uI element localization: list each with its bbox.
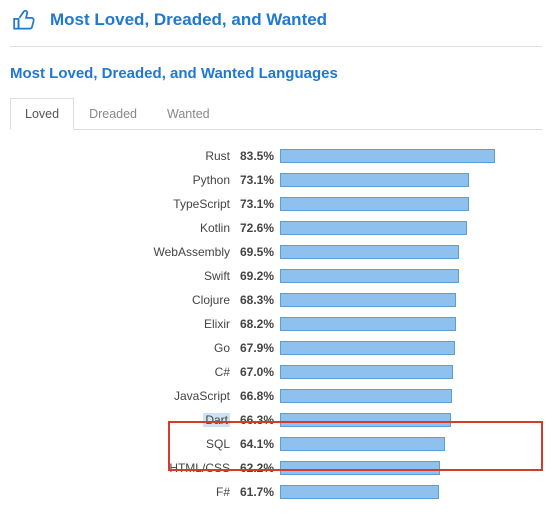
bar-category-label: HTML/CSS <box>10 461 240 475</box>
page-title: Most Loved, Dreaded, and Wanted <box>50 10 327 30</box>
bar-value-label: 73.1% <box>240 197 280 211</box>
bar-value-label: 69.2% <box>240 269 280 283</box>
bar-fill <box>280 293 456 307</box>
bar-fill <box>280 389 452 403</box>
bar-fill <box>280 197 469 211</box>
tab-wanted[interactable]: Wanted <box>152 98 225 130</box>
bar-track <box>280 485 538 499</box>
bar-track <box>280 149 538 163</box>
tab-dreaded[interactable]: Dreaded <box>74 98 152 130</box>
bar-category-label: SQL <box>10 437 240 451</box>
bar-row: F#61.7% <box>10 482 542 502</box>
bar-fill <box>280 413 451 427</box>
bar-fill <box>280 461 440 475</box>
bar-row: Clojure68.3% <box>10 290 542 310</box>
bar-category-label: C# <box>10 365 240 379</box>
bar-value-label: 67.0% <box>240 365 280 379</box>
bar-value-label: 73.1% <box>240 173 280 187</box>
bar-row: Dart66.3% <box>10 410 542 430</box>
bar-value-label: 64.1% <box>240 437 280 451</box>
bar-fill <box>280 269 459 283</box>
bar-row: JavaScript66.8% <box>10 386 542 406</box>
thumbs-up-icon <box>10 6 40 34</box>
bar-value-label: 66.3% <box>240 413 280 427</box>
bar-value-label: 72.6% <box>240 221 280 235</box>
bar-category-label: Go <box>10 341 240 355</box>
bar-row: WebAssembly69.5% <box>10 242 542 262</box>
bar-row: C#67.0% <box>10 362 542 382</box>
bar-fill <box>280 365 453 379</box>
bar-fill <box>280 437 445 451</box>
bar-track <box>280 317 538 331</box>
bar-track <box>280 461 538 475</box>
bar-value-label: 68.3% <box>240 293 280 307</box>
page-header: Most Loved, Dreaded, and Wanted <box>10 6 542 47</box>
bar-row: TypeScript73.1% <box>10 194 542 214</box>
tab-bar: Loved Dreaded Wanted <box>10 98 542 130</box>
bar-track <box>280 269 538 283</box>
tab-loved[interactable]: Loved <box>10 98 74 130</box>
bar-track <box>280 245 538 259</box>
bar-value-label: 83.5% <box>240 149 280 163</box>
bar-row: SQL64.1% <box>10 434 542 454</box>
bar-category-label: JavaScript <box>10 389 240 403</box>
bar-row: Go67.9% <box>10 338 542 358</box>
bar-category-label: Clojure <box>10 293 240 307</box>
bar-category-label: Elixir <box>10 317 240 331</box>
bar-fill <box>280 341 455 355</box>
bar-category-label: Kotlin <box>10 221 240 235</box>
bar-fill <box>280 485 439 499</box>
section-title: Most Loved, Dreaded, and Wanted Language… <box>10 65 542 82</box>
bar-row: Elixir68.2% <box>10 314 542 334</box>
bar-track <box>280 197 538 211</box>
bar-category-label: F# <box>10 485 240 499</box>
bar-track <box>280 293 538 307</box>
bar-category-label: Rust <box>10 149 240 163</box>
bar-track <box>280 413 538 427</box>
bar-value-label: 62.2% <box>240 461 280 475</box>
bar-track <box>280 437 538 451</box>
bar-value-label: 67.9% <box>240 341 280 355</box>
bar-track <box>280 365 538 379</box>
bar-row: Kotlin72.6% <box>10 218 542 238</box>
bar-category-label: Python <box>10 173 240 187</box>
bar-row: Rust83.5% <box>10 146 542 166</box>
chart-container: Rust83.5%Python73.1%TypeScript73.1%Kotli… <box>10 146 542 502</box>
bar-fill <box>280 173 469 187</box>
bar-row: Python73.1% <box>10 170 542 190</box>
bar-value-label: 68.2% <box>240 317 280 331</box>
bar-category-label: Swift <box>10 269 240 283</box>
bar-category-label: TypeScript <box>10 197 240 211</box>
bar-chart: Rust83.5%Python73.1%TypeScript73.1%Kotli… <box>10 146 542 502</box>
bar-fill <box>280 317 456 331</box>
bar-track <box>280 341 538 355</box>
bar-value-label: 66.8% <box>240 389 280 403</box>
bar-fill <box>280 149 495 163</box>
bar-row: HTML/CSS62.2% <box>10 458 542 478</box>
bar-track <box>280 173 538 187</box>
bar-row: Swift69.2% <box>10 266 542 286</box>
bar-fill <box>280 245 459 259</box>
bar-track <box>280 221 538 235</box>
bar-track <box>280 389 538 403</box>
bar-fill <box>280 221 467 235</box>
bar-category-label: Dart <box>10 413 240 427</box>
bar-value-label: 69.5% <box>240 245 280 259</box>
bar-value-label: 61.7% <box>240 485 280 499</box>
bar-category-label: WebAssembly <box>10 245 240 259</box>
